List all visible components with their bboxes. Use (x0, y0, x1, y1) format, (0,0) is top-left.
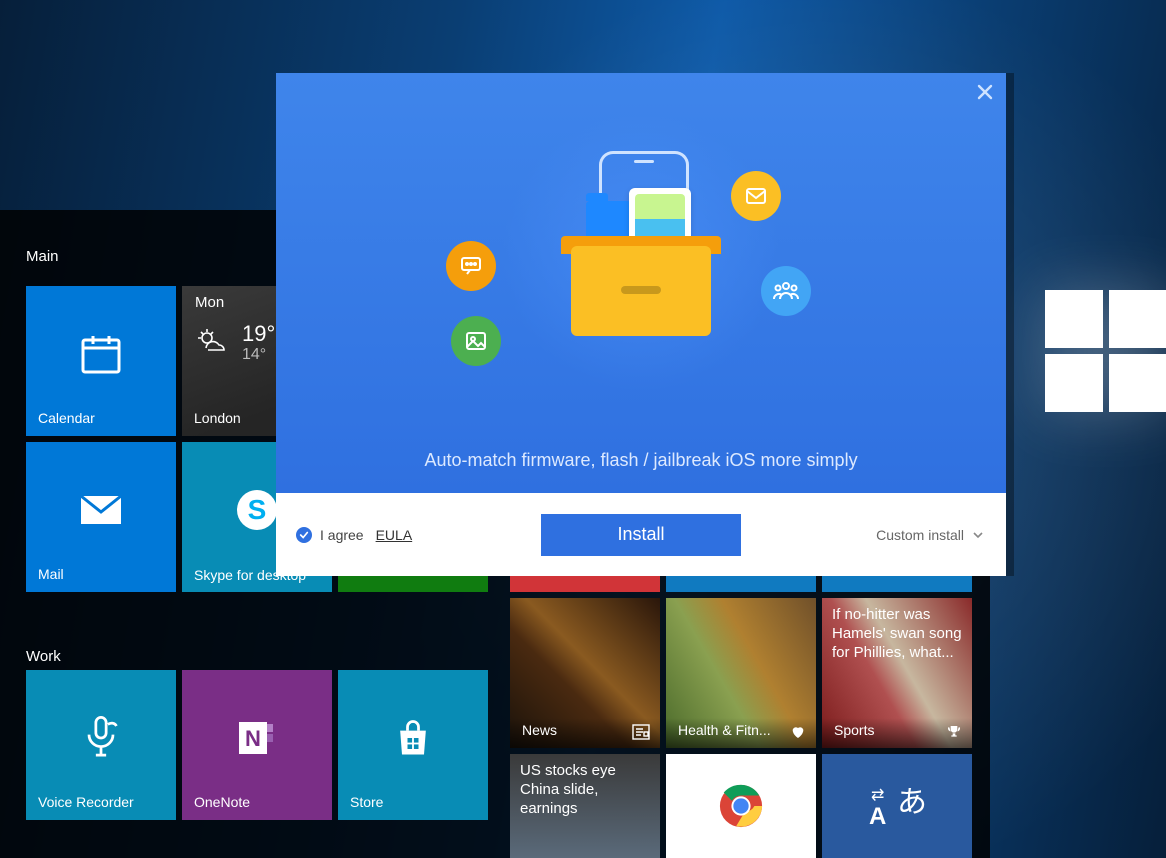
sports-headline: If no-hitter was Hamels' swan song for P… (832, 606, 962, 662)
tile-health[interactable]: Health & Fitn... (666, 598, 816, 748)
news-icon (632, 724, 650, 740)
installer-dialog: Auto-match firmware, flash / jailbreak i… (276, 73, 1006, 576)
tile-store[interactable]: Store (338, 670, 488, 820)
envelope-icon (731, 171, 781, 221)
people-icon (761, 266, 811, 316)
tile-label: Voice Recorder (38, 794, 164, 810)
installer-illustration (551, 186, 731, 346)
agree-checkbox[interactable] (296, 527, 312, 543)
custom-install-toggle[interactable]: Custom install (876, 527, 984, 543)
skype-icon: S (233, 486, 281, 534)
section-header-work[interactable]: Work (26, 648, 61, 665)
eula-agree-row: I agree EULA (296, 527, 412, 543)
tile-label: Mail (38, 566, 164, 582)
install-button[interactable]: Install (541, 514, 741, 556)
onenote-icon: N (233, 714, 281, 762)
calendar-icon (77, 330, 125, 378)
windows-logo (1045, 290, 1166, 412)
installer-description: Auto-match firmware, flash / jailbreak i… (276, 450, 1006, 471)
close-button[interactable] (974, 81, 996, 103)
tile-mail[interactable]: Mail (26, 442, 176, 592)
picture-icon (451, 316, 501, 366)
tile-label: Sports (834, 722, 960, 738)
money-headline: US stocks eye China slide, earnings (520, 762, 650, 818)
weather-lo: 14° (242, 346, 266, 364)
tile-sports[interactable]: If no-hitter was Hamels' swan song for P… (822, 598, 972, 748)
svg-text:S: S (248, 494, 267, 525)
tile-label: OneNote (194, 794, 320, 810)
tile-label: News (522, 722, 648, 738)
chevron-down-icon (972, 529, 984, 541)
tile-money[interactable]: US stocks eye China slide, earnings (510, 754, 660, 858)
translate-icon: ⇄Aあ (867, 782, 927, 830)
chat-icon (446, 241, 496, 291)
weather-hi: 19° (242, 321, 275, 347)
tile-translator[interactable]: ⇄Aあ (822, 754, 972, 858)
weather-day: Mon (195, 294, 224, 311)
tile-label: Health & Fitn... (678, 722, 804, 738)
chrome-icon (718, 783, 764, 829)
tile-chrome[interactable] (666, 754, 816, 858)
weather-icon (194, 326, 234, 358)
mail-icon (77, 490, 125, 530)
tile-onenote[interactable]: N OneNote (182, 670, 332, 820)
svg-text:⇄: ⇄ (871, 787, 884, 804)
agree-text: I agree (320, 527, 364, 543)
svg-text:N: N (245, 726, 261, 751)
eula-link[interactable]: EULA (376, 527, 413, 543)
tile-label: Calendar (38, 410, 164, 426)
installer-hero-area: Auto-match firmware, flash / jailbreak i… (276, 73, 1006, 493)
custom-install-label: Custom install (876, 527, 964, 543)
section-header-main[interactable]: Main (26, 248, 59, 265)
svg-text:あ: あ (897, 786, 927, 819)
trophy-icon (946, 724, 962, 740)
store-icon (391, 716, 435, 760)
tile-news[interactable]: News (510, 598, 660, 748)
microphone-icon (79, 714, 123, 762)
tile-voice-recorder[interactable]: Voice Recorder (26, 670, 176, 820)
heart-icon (790, 724, 806, 740)
tile-label: Store (350, 794, 476, 810)
tile-calendar[interactable]: Calendar (26, 286, 176, 436)
svg-text:A: A (869, 803, 886, 830)
